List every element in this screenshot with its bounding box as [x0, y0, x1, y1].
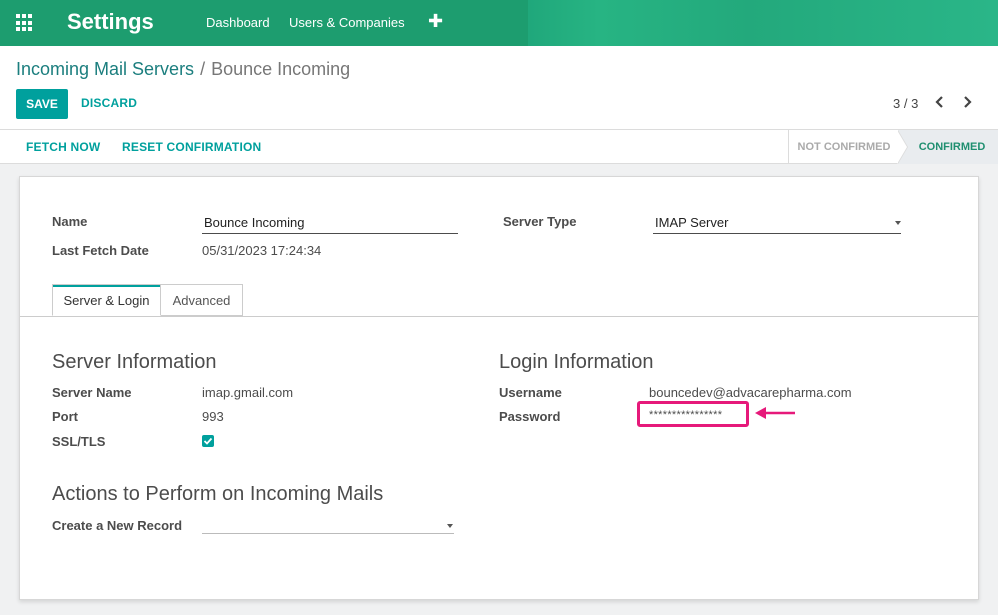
ssl-checkbox[interactable] — [202, 435, 214, 447]
server-type-label: Server Type — [503, 214, 577, 229]
caret-down-icon[interactable] — [895, 221, 901, 225]
breadcrumb-current: Bounce Incoming — [211, 59, 351, 79]
nav-dashboard[interactable]: Dashboard — [206, 15, 270, 30]
create-record-underline — [202, 533, 454, 534]
pager-value: 3 / 3 — [893, 96, 919, 111]
login-info-title: Login Information — [499, 351, 654, 373]
server-name-label: Server Name — [52, 385, 132, 400]
stage-arrow — [897, 130, 907, 164]
server-type-select[interactable]: IMAP Server — [655, 215, 728, 230]
server-name-value[interactable]: imap.gmail.com — [202, 385, 293, 400]
port-value[interactable]: 993 — [202, 409, 224, 424]
password-highlight-box — [637, 401, 749, 427]
add-menu-icon[interactable]: ✚ — [428, 11, 443, 32]
reset-confirmation-button[interactable]: RESET CONFIRMATION — [122, 140, 261, 154]
tab-divider — [20, 316, 978, 317]
stage-confirmed[interactable]: CONFIRMED — [898, 130, 998, 164]
username-value[interactable]: bouncedev@advacarepharma.com — [649, 385, 852, 400]
server-info-title: Server Information — [52, 351, 217, 373]
last-fetch-value: 05/31/2023 17:24:34 — [202, 243, 322, 258]
checkmark-icon — [203, 437, 213, 445]
control-panel: Incoming Mail Servers / Bounce Incoming SA… — [0, 46, 998, 130]
chevron-left-icon[interactable] — [934, 95, 946, 109]
stage-not-confirmed[interactable]: NOT CONFIRMED — [788, 130, 899, 164]
tab-server-login[interactable]: Server & Login — [52, 284, 161, 316]
chevron-right-icon[interactable] — [961, 95, 973, 109]
fetch-now-button[interactable]: FETCH NOW — [26, 140, 100, 154]
ssl-label: SSL/TLS — [52, 434, 106, 449]
username-label: Username — [499, 385, 562, 400]
name-input[interactable]: Bounce Incoming — [204, 215, 304, 230]
name-input-underline — [202, 233, 458, 234]
breadcrumb-parent[interactable]: Incoming Mail Servers — [16, 59, 194, 79]
actions-section-title: Actions to Perform on Incoming Mails — [52, 483, 384, 505]
name-label: Name — [52, 214, 88, 229]
server-type-underline — [653, 233, 901, 234]
password-label: Password — [499, 409, 561, 424]
breadcrumb-separator: / — [200, 59, 206, 79]
top-navbar: Settings Dashboard Users & Companies ✚ — [0, 0, 998, 46]
pointer-arrow-icon — [755, 407, 795, 419]
form-sheet: Name Bounce Incoming Last Fetch Date 05/… — [19, 176, 979, 600]
save-button[interactable]: SAVE — [16, 89, 68, 119]
tab-advanced[interactable]: Advanced — [161, 284, 243, 316]
app-title[interactable]: Settings — [67, 9, 154, 35]
breadcrumb: Incoming Mail Servers / Bounce Incoming — [16, 59, 350, 80]
discard-button[interactable]: DISCARD — [81, 96, 137, 110]
port-label: Port — [52, 409, 78, 424]
last-fetch-label: Last Fetch Date — [52, 243, 149, 258]
caret-down-icon[interactable] — [447, 524, 453, 528]
apps-grid-icon[interactable] — [16, 14, 34, 32]
status-bar: FETCH NOW RESET CONFIRMATION NOT CONFIRM… — [0, 130, 998, 164]
create-record-label: Create a New Record — [52, 518, 183, 533]
nav-users-companies[interactable]: Users & Companies — [289, 15, 405, 30]
